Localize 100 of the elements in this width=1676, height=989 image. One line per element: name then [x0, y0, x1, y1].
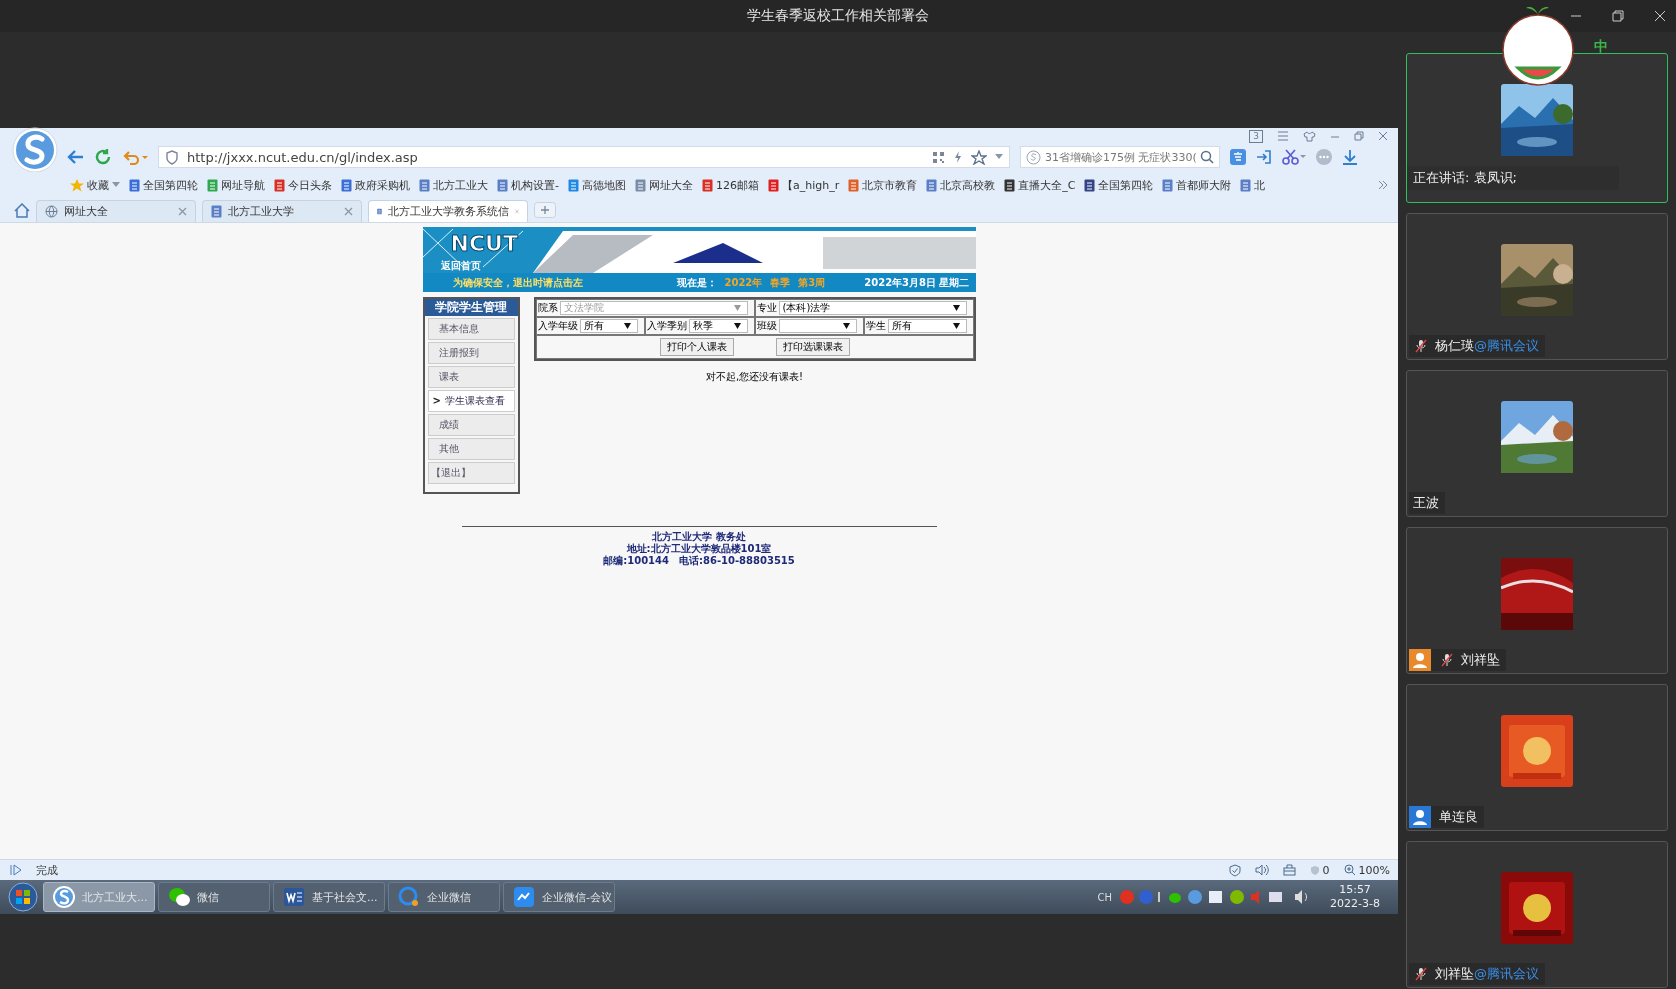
participant-name: 杨仁瑛@腾讯会议 — [1434, 337, 1539, 355]
page-icon — [848, 178, 860, 192]
video-tile[interactable]: 正在讲话: 袁凤识; — [1406, 53, 1668, 203]
caret-icon — [624, 323, 631, 329]
select-field[interactable]: 秋季 — [689, 319, 748, 333]
globe-icon — [45, 205, 58, 218]
bookmark-link[interactable]: 收藏 — [70, 177, 120, 193]
browser-tab[interactable]: 北方工业大学教务系统信 — [368, 200, 528, 222]
page-icon — [1004, 178, 1016, 192]
refresh-icon[interactable] — [94, 148, 112, 166]
blocked-count[interactable]: 0 — [1309, 863, 1330, 877]
video-tile[interactable]: 单连良 — [1406, 684, 1668, 831]
bookmark-link[interactable]: 【a_high_r — [768, 177, 840, 193]
browser-tab[interactable]: 网址大全 — [36, 200, 196, 222]
sign-in-icon[interactable] — [1256, 149, 1272, 165]
bookmark-link[interactable]: 网址大全 — [635, 177, 693, 193]
speaker-label: 正在讲话: 袁凤识; — [1407, 166, 1619, 190]
select-field[interactable]: 所有 — [888, 319, 967, 333]
bookmark-link[interactable]: 全国第四轮 — [129, 177, 198, 193]
video-tile[interactable]: 王波 — [1406, 370, 1668, 517]
bookmark-link[interactable]: 政府采购机 — [341, 177, 410, 193]
bookmark-link[interactable]: 今日头条 — [274, 177, 332, 193]
select-field[interactable]: (本科)法学 — [778, 301, 967, 315]
taskbar-button[interactable]: 企业微信 — [388, 882, 500, 912]
play-icon[interactable] — [10, 864, 22, 876]
caret-icon — [952, 323, 960, 329]
print-button[interactable]: 打印个人课表 — [659, 338, 734, 356]
shield-icon[interactable] — [1228, 863, 1241, 877]
field-label: 入学季别 — [647, 319, 687, 333]
video-tile[interactable]: 刘祥坠@腾讯会议 — [1406, 841, 1668, 988]
restore-icon[interactable] — [1612, 10, 1624, 22]
toolbox-icon[interactable] — [1282, 864, 1296, 876]
sidebar-item[interactable]: > 学生课表查看 — [427, 390, 515, 412]
taskbar-button[interactable]: 微信 — [158, 882, 270, 912]
star-icon[interactable] — [971, 149, 987, 165]
bookmark-link[interactable]: 机构设置- — [497, 177, 559, 193]
bookmark-link[interactable]: 首都师大附 — [1162, 177, 1232, 193]
sidebar-title: 学院学生管理 — [424, 299, 518, 316]
bookmark-link[interactable]: 北京高校教 — [926, 177, 996, 193]
browser-logo-icon[interactable] — [12, 127, 58, 173]
bookmark-link[interactable]: 网址导航 — [207, 177, 265, 193]
taskbar-button[interactable]: 基于社会文... — [273, 882, 385, 912]
translate-icon[interactable] — [1230, 149, 1246, 165]
search-field[interactable]: 31省增确诊175例 无症状330( — [1020, 146, 1220, 168]
caret-icon[interactable] — [995, 154, 1003, 160]
home-link[interactable]: 返回首页 — [440, 259, 481, 273]
shirt-icon[interactable] — [1303, 130, 1316, 142]
close-icon[interactable] — [1654, 10, 1666, 22]
new-tab-icon[interactable] — [534, 202, 556, 218]
bookmark-link[interactable]: 直播大全_C — [1004, 177, 1076, 193]
more-icon[interactable] — [1316, 149, 1332, 165]
sidebar-item[interactable]: 成绩 — [427, 414, 515, 436]
chevron-icon[interactable] — [1378, 180, 1388, 190]
scissors-icon[interactable] — [1282, 149, 1306, 165]
window-count-badge[interactable]: 3 — [1249, 129, 1263, 143]
page-icon — [1240, 178, 1252, 192]
bookmark-link[interactable]: 高德地图 — [568, 177, 626, 193]
sidebar-item[interactable]: 课表 — [427, 366, 515, 388]
video-tile[interactable]: 杨仁瑛@腾讯会议 — [1406, 213, 1668, 360]
bookmark-link[interactable]: 126邮箱 — [702, 177, 759, 193]
clock-time[interactable]: 15:57 — [1339, 883, 1371, 897]
field-label: 学生 — [866, 319, 886, 333]
back-icon[interactable] — [66, 149, 84, 165]
bookmark-link[interactable]: 北京市教育 — [848, 177, 918, 193]
sidebar-item[interactable]: 基本信息 — [427, 318, 515, 340]
bookmark-link[interactable]: 北 — [1240, 177, 1266, 193]
season-text: 春季 — [770, 275, 791, 290]
bookmark-link[interactable]: 全国第四轮 — [1084, 177, 1154, 193]
address-bar[interactable]: http://jxxx.ncut.edu.cn/gl/index.asp — [158, 146, 1010, 168]
field-label: 院系 — [537, 301, 558, 315]
browser-tab[interactable]: 北方工业大学 — [202, 200, 362, 222]
download-icon[interactable] — [1342, 149, 1358, 165]
page-icon — [341, 178, 352, 192]
ime-indicator[interactable]: 中 — [1594, 38, 1608, 56]
taskbar-button[interactable]: 企业微信-会议 — [503, 882, 615, 912]
search-engine-icon — [1026, 149, 1041, 165]
clock-date[interactable]: 2022-3-8 — [1330, 897, 1380, 911]
select-field[interactable]: 所有 — [579, 319, 638, 333]
start-button-icon[interactable] — [6, 881, 40, 913]
print-button[interactable]: 打印选课课表 — [775, 338, 850, 356]
footer-text: 邮编:100144 电话:86-10-88803515 — [603, 555, 795, 567]
zoom-level[interactable]: 100% — [1343, 863, 1390, 877]
video-tile[interactable]: 刘祥坠 — [1406, 527, 1668, 674]
bookmark-link[interactable]: 北方工业大 — [419, 177, 488, 193]
search-icon[interactable] — [1200, 150, 1214, 164]
home-icon[interactable] — [14, 202, 30, 218]
date-text: 2022年3月8日 星期二 — [864, 275, 970, 290]
undo-icon[interactable] — [122, 149, 148, 165]
participant-name: 王波 — [1412, 494, 1439, 512]
empty-message: 对不起,您还没有课表! — [705, 370, 804, 384]
participant-name: 单连良 — [1438, 808, 1478, 826]
sidebar-item[interactable]: 【退出】 — [427, 462, 515, 484]
sidebar-item[interactable]: 注册报到 — [427, 342, 515, 364]
speaker-icon[interactable] — [1254, 864, 1269, 876]
shield-icon — [1309, 864, 1320, 876]
select-field[interactable] — [778, 319, 857, 333]
qr-code-icon[interactable] — [932, 150, 945, 164]
lightning-icon[interactable] — [953, 150, 963, 164]
sidebar-item[interactable]: 其他 — [427, 438, 515, 460]
input-language[interactable]: CH — [1097, 891, 1113, 903]
